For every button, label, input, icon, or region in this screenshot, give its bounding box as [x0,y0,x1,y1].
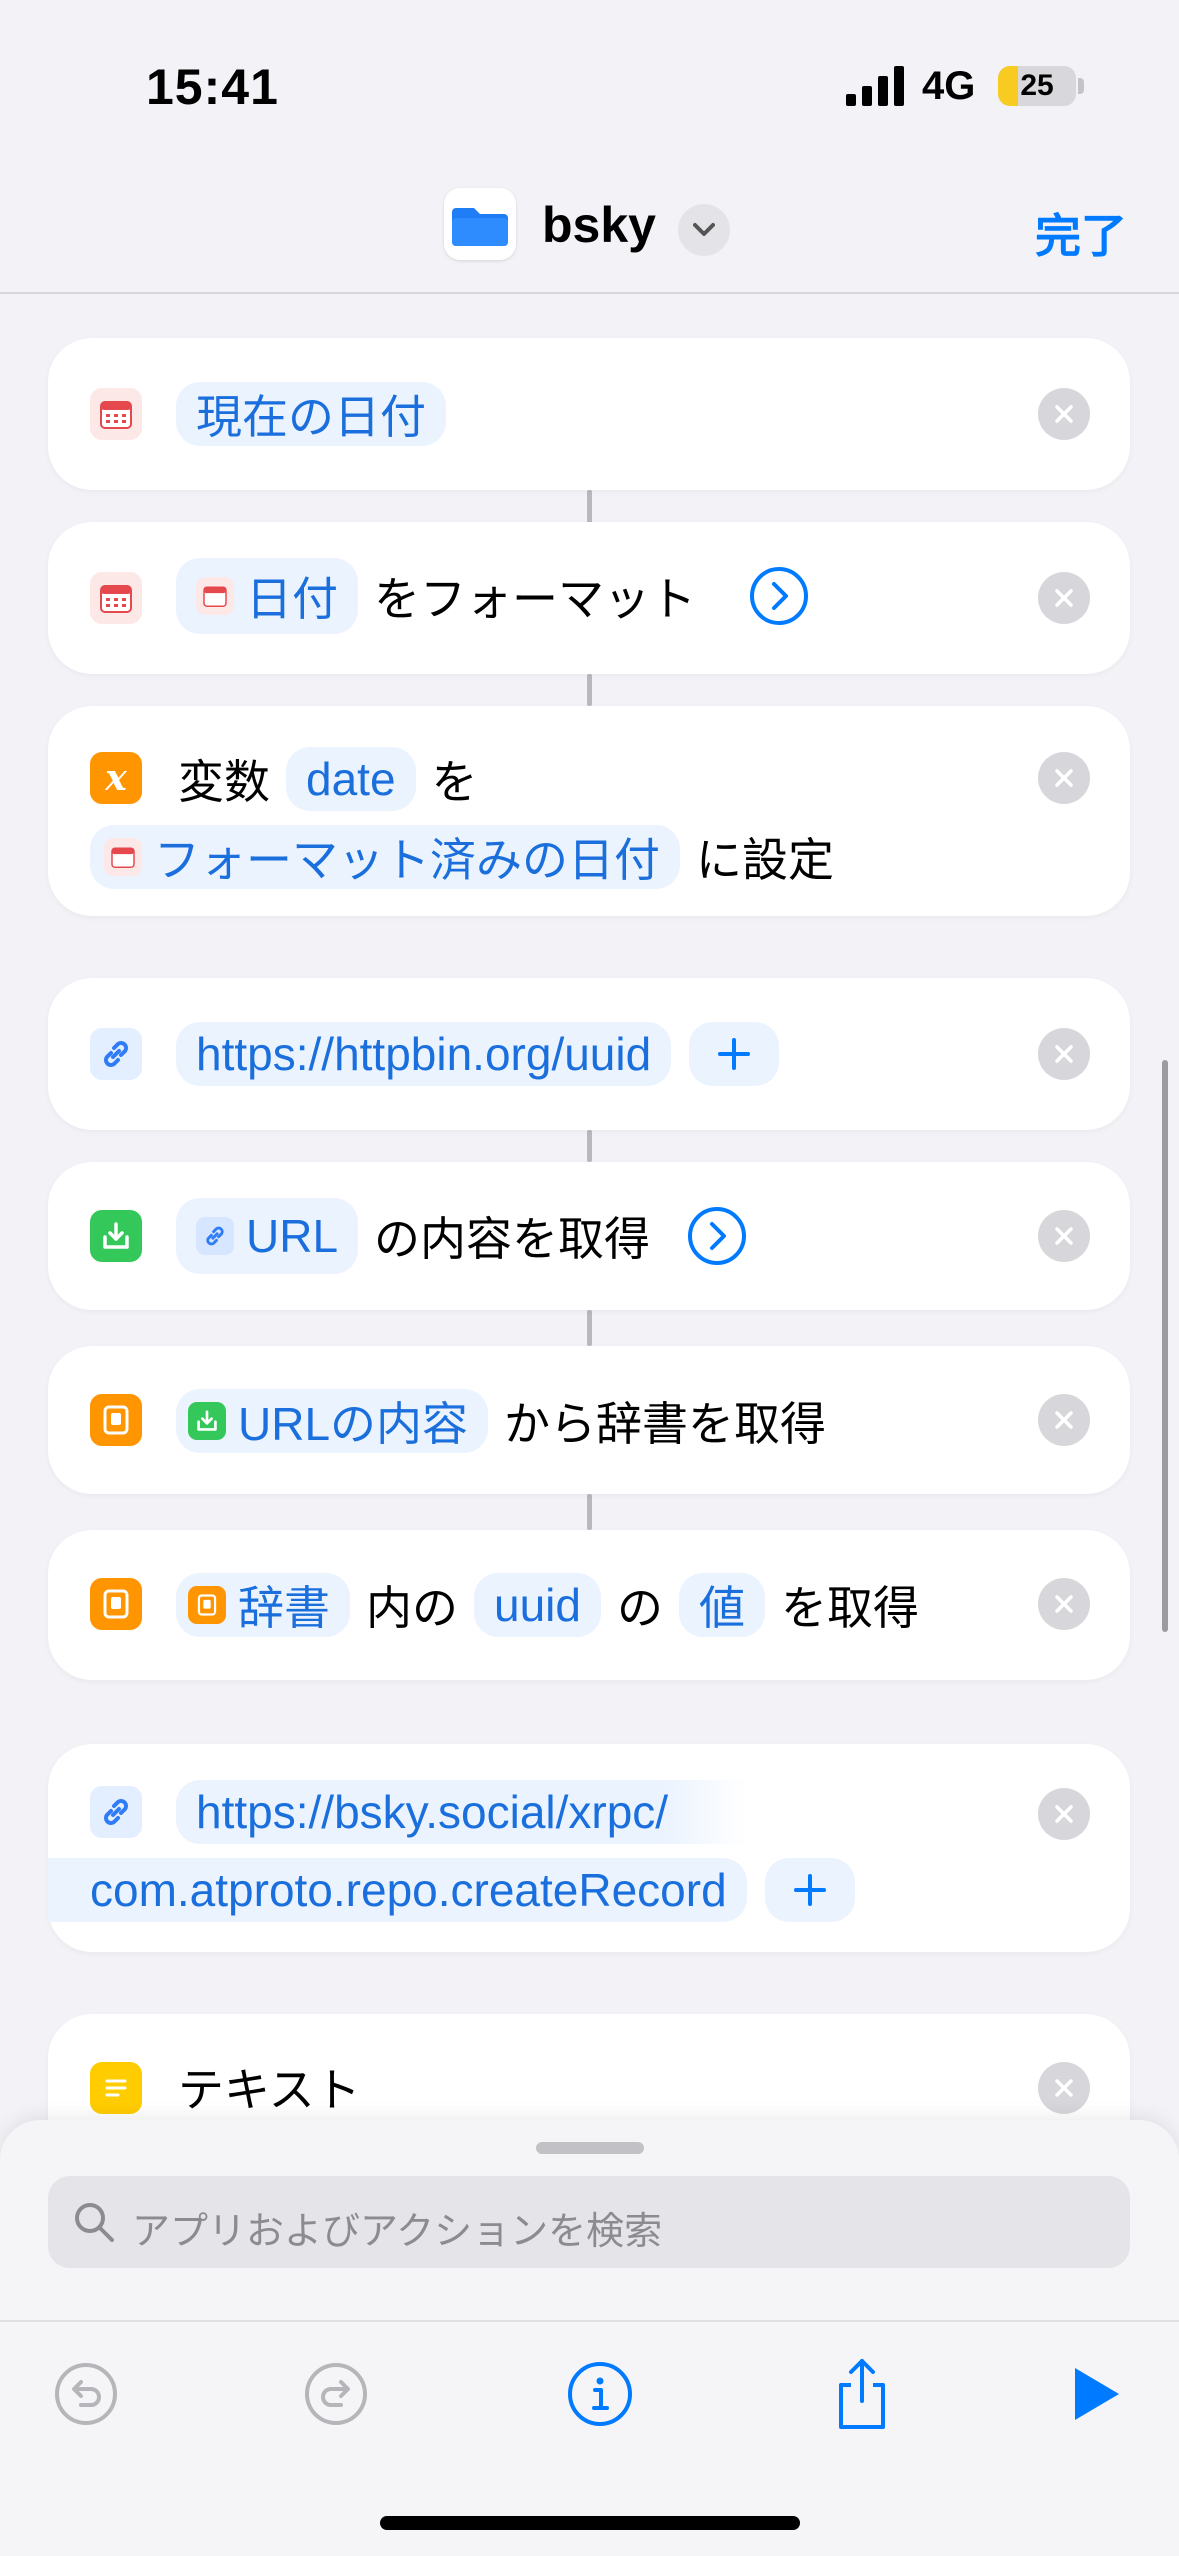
link-icon [196,1217,234,1255]
set-text: に設定 [696,834,834,886]
action-get-dictionary-value[interactable]: 辞書 内の uuid の 値 を取得 [48,1530,1130,1680]
link-icon [90,1028,142,1080]
url-token-label: URL [246,1210,339,1262]
remove-action-icon[interactable] [1038,1788,1090,1840]
run-play-icon[interactable] [1060,2358,1132,2430]
add-url-button[interactable] [689,1022,780,1086]
current-date-token[interactable]: 現在の日付 [176,382,446,446]
text-in: 内の [366,1582,458,1634]
remove-action-icon[interactable] [1038,752,1090,804]
cellular-signal-icon [846,66,904,106]
expand-chevron-icon[interactable] [686,1205,748,1267]
battery-percent: 25 [1020,69,1054,102]
action-url-bsky[interactable]: https://bsky.social/xrpc/ com.atproto.re… [48,1744,1130,1952]
plus-icon [793,1874,826,1906]
variable-wo-text: を [431,756,478,808]
shortcut-folder-icon[interactable] [444,188,516,260]
get-dict-text: から辞書を取得 [504,1398,827,1450]
remove-action-icon[interactable] [1038,1394,1090,1446]
action-search-sheet: アプリおよびアクションを検索 [0,2120,1179,2320]
add-url-button[interactable] [764,1858,855,1922]
text-action-label: テキスト [178,2064,361,2116]
get-contents-text: の内容を取得 [374,1213,651,1265]
nav-bar: bsky 完了 [0,160,1179,294]
variable-label: 変数 [178,756,270,808]
status-time: 15:41 [146,59,279,115]
url-contents-token[interactable]: URLの内容 [176,1389,489,1453]
action-format-date[interactable]: 日付 をフォーマット [48,522,1130,674]
flow-connector [587,1130,592,1162]
plus-icon [718,1038,751,1070]
action-get-dictionary[interactable]: URLの内容 から辞書を取得 [48,1346,1130,1494]
action-set-variable[interactable]: x 変数 date を フォーマット済みの日付 に設定 [48,706,1130,916]
flow-connector [587,1494,592,1530]
text-icon [90,2062,142,2114]
action-current-date[interactable]: 現在の日付 [48,338,1130,490]
calendar-icon [104,838,142,876]
text-no: の [616,1582,663,1634]
download-icon [90,1210,142,1262]
flow-connector [587,490,592,526]
remove-action-icon[interactable] [1038,1210,1090,1262]
url-contents-label: URLの内容 [238,1398,469,1450]
text-get: を取得 [780,1582,919,1634]
battery-icon: 25 [998,66,1076,106]
dictionary-icon [90,1578,142,1630]
action-url-httpbin[interactable]: https://httpbin.org/uuid [48,978,1130,1130]
date-variable-token[interactable]: 日付 [176,558,358,634]
calendar-icon [90,388,142,440]
dictionary-icon [90,1394,142,1446]
remove-action-icon[interactable] [1038,388,1090,440]
home-indicator [380,2516,800,2530]
remove-action-icon[interactable] [1038,1578,1090,1630]
scroll-indicator[interactable] [1162,1060,1168,1632]
calendar-icon [90,572,142,624]
expand-chevron-icon[interactable] [748,565,810,627]
dictionary-token-label: 辞書 [238,1582,330,1634]
search-icon [75,2203,114,2242]
sheet-grabber[interactable] [536,2142,644,2154]
calendar-icon [196,577,234,615]
dictionary-icon [188,1586,226,1624]
undo-icon[interactable] [50,2358,122,2430]
date-token-label: 日付 [246,573,338,625]
battery-tip [1078,78,1084,94]
formatted-date-label: フォーマット済みの日付 [154,834,660,886]
done-button[interactable]: 完了 [1035,200,1127,266]
url-variable-token[interactable]: URL [176,1198,359,1274]
formatted-date-token[interactable]: フォーマット済みの日付 [90,825,680,889]
url-token-line2[interactable]: com.atproto.repo.createRecord [48,1858,747,1922]
variable-name-token[interactable]: date [286,747,416,811]
link-icon [90,1786,142,1838]
network-type: 4G [922,64,976,108]
remove-action-icon[interactable] [1038,2062,1090,2114]
variable-icon: x [90,752,142,804]
remove-action-icon[interactable] [1038,572,1090,624]
remove-action-icon[interactable] [1038,1028,1090,1080]
info-icon[interactable] [564,2358,636,2430]
redo-icon[interactable] [300,2358,372,2430]
action-get-url-contents[interactable]: URL の内容を取得 [48,1162,1130,1310]
value-token[interactable]: 値 [678,1573,765,1637]
url-token[interactable]: https://httpbin.org/uuid [176,1022,672,1086]
flow-connector [587,1310,592,1346]
status-bar: 15:41 4G 25 [0,0,1179,160]
chevron-down-icon[interactable] [678,204,730,256]
shortcut-title[interactable]: bsky [542,196,656,254]
search-placeholder: アプリおよびアクションを検索 [132,2211,663,2253]
dictionary-token[interactable]: 辞書 [176,1573,350,1637]
key-token[interactable]: uuid [474,1573,601,1637]
share-icon[interactable] [826,2358,898,2430]
url-token-line1[interactable]: https://bsky.social/xrpc/ [176,1780,749,1844]
flow-connector [587,674,592,706]
format-date-text: をフォーマット [374,573,696,625]
download-icon [188,1402,226,1440]
search-field[interactable]: アプリおよびアクションを検索 [48,2176,1130,2268]
